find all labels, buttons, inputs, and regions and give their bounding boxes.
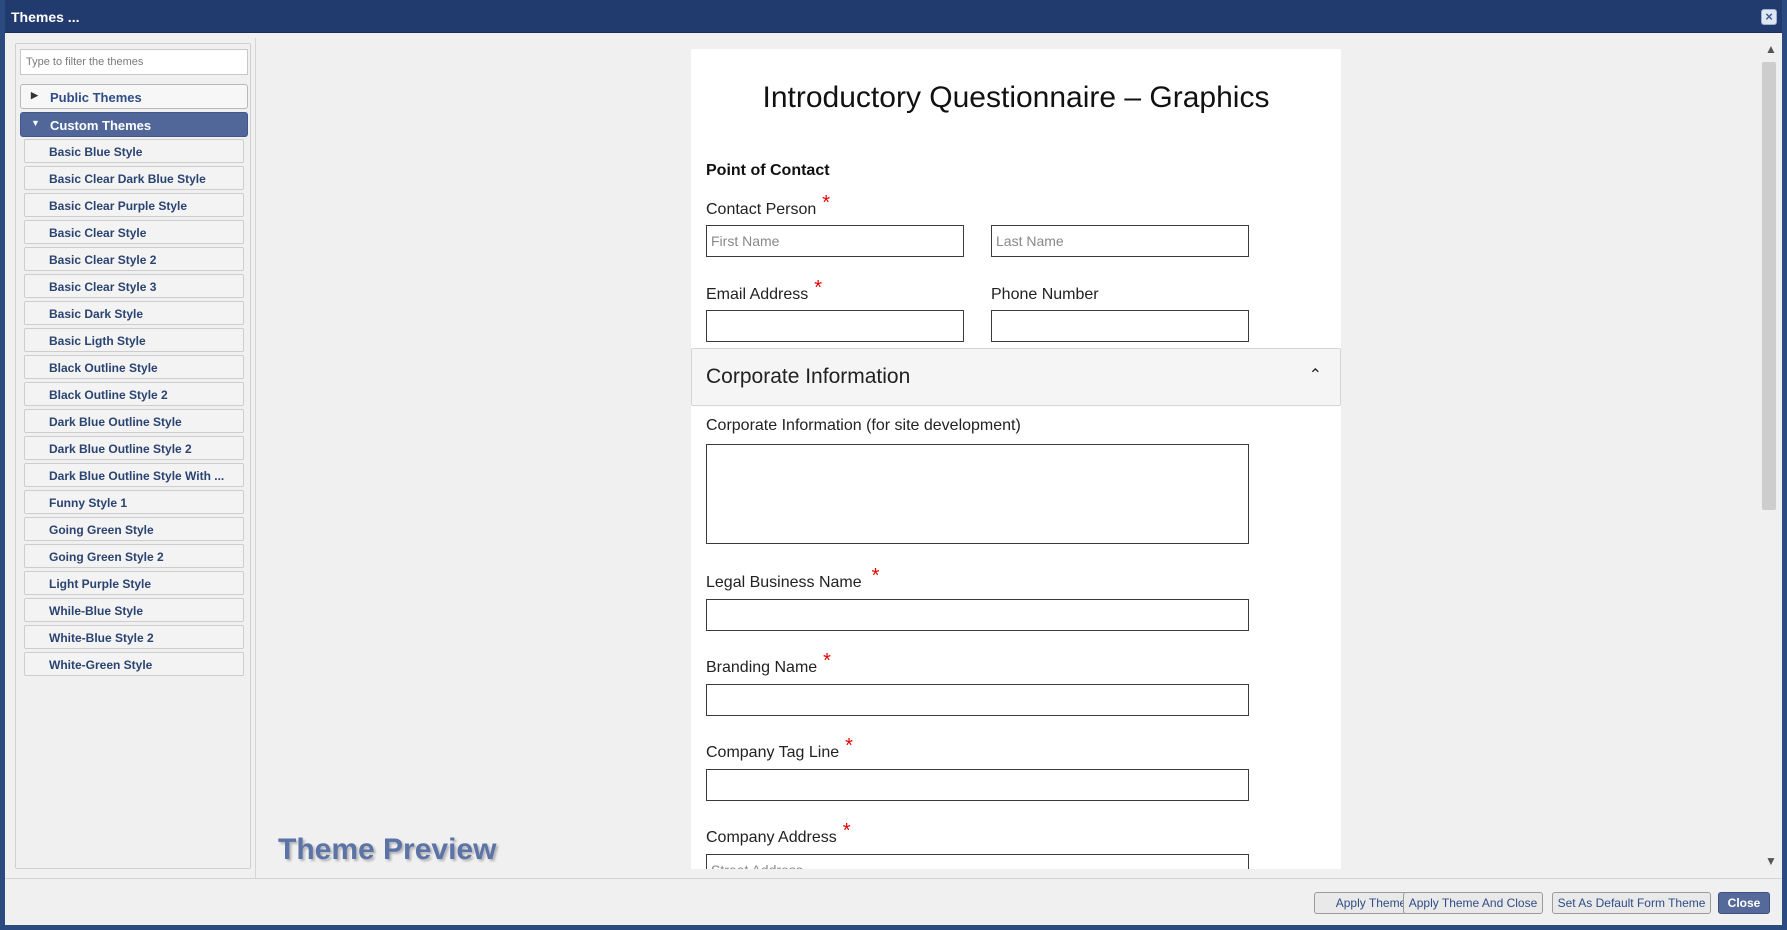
theme-item[interactable]: Funny Style 1 (24, 490, 244, 514)
last-name-field[interactable]: Last Name (991, 225, 1249, 257)
theme-item[interactable]: Light Purple Style (24, 571, 244, 595)
legal-business-name-label: Legal Business Name * (706, 565, 880, 591)
required-asterisk: * (823, 650, 831, 672)
first-name-field[interactable]: First Name (706, 225, 964, 257)
theme-item[interactable]: Basic Clear Style (24, 220, 244, 244)
corporate-info-textarea[interactable] (706, 444, 1249, 544)
branding-name-field[interactable] (706, 684, 1249, 716)
close-button[interactable]: Close (1718, 892, 1770, 914)
group-custom-themes[interactable]: ▼ Custom Themes (20, 112, 248, 137)
theme-item[interactable]: Going Green Style (24, 517, 244, 541)
company-address-label: Company Address * (706, 820, 851, 846)
theme-item[interactable]: White-Green Style (24, 652, 244, 676)
group-public-themes[interactable]: ▶ Public Themes (20, 84, 248, 109)
theme-item[interactable]: Basic Blue Style (24, 139, 244, 163)
theme-filter-input[interactable] (20, 49, 248, 75)
email-field[interactable] (706, 310, 964, 342)
theme-preview-watermark: Theme Preview (278, 833, 497, 866)
apply-theme-and-close-button[interactable]: Apply Theme And Close (1403, 892, 1543, 914)
corporate-info-label: Corporate Information (for site developm… (706, 417, 1021, 434)
theme-item[interactable]: Going Green Style 2 (24, 544, 244, 568)
theme-item[interactable]: While-Blue Style (24, 598, 244, 622)
scroll-up-icon[interactable]: ▲ (1765, 42, 1777, 56)
expand-arrow-icon: ▶ (31, 90, 38, 100)
corporate-section-title: Corporate Information (706, 365, 911, 388)
section-point-of-contact: Point of Contact (706, 162, 830, 179)
theme-preview-area: ▲ ▼ Introductory Questionnaire – Graphic… (255, 38, 1782, 878)
branding-name-label: Branding Name * (706, 650, 831, 676)
theme-sidebar: ▶ Public Themes ▼ Custom Themes Basic Bl… (15, 43, 251, 869)
preview-form: Introductory Questionnaire – Graphics Po… (691, 49, 1341, 869)
group-label: Public Themes (50, 90, 142, 105)
theme-item[interactable]: Dark Blue Outline Style 2 (24, 436, 244, 460)
theme-item[interactable]: Basic Dark Style (24, 301, 244, 325)
required-asterisk: * (842, 820, 851, 842)
phone-label: Phone Number (991, 286, 1099, 303)
theme-item[interactable]: Basic Clear Style 2 (24, 247, 244, 271)
company-tag-line-field[interactable] (706, 769, 1249, 801)
theme-item[interactable]: Basic Clear Purple Style (24, 193, 244, 217)
theme-item[interactable]: Dark Blue Outline Style (24, 409, 244, 433)
street-address-field[interactable]: Street Address (706, 854, 1249, 869)
legal-business-name-field[interactable] (706, 599, 1249, 631)
chevron-up-icon[interactable]: ⌃ (1309, 365, 1322, 385)
theme-item[interactable]: Basic Clear Dark Blue Style (24, 166, 244, 190)
scroll-down-icon[interactable]: ▼ (1765, 854, 1777, 868)
phone-field[interactable] (991, 310, 1249, 342)
contact-person-label: Contact Person * (706, 192, 831, 218)
required-asterisk: * (814, 277, 823, 299)
theme-item[interactable]: Basic Clear Style 3 (24, 274, 244, 298)
required-asterisk: * (871, 565, 880, 587)
dialog-button-bar: Apply Theme Apply Theme And Close Set As… (5, 878, 1782, 925)
company-tag-line-label: Company Tag Line * (706, 735, 853, 761)
set-default-form-theme-button[interactable]: Set As Default Form Theme (1552, 892, 1711, 914)
required-asterisk: * (845, 735, 853, 757)
form-title: Introductory Questionnaire – Graphics (762, 81, 1270, 114)
themes-dialog: Themes ... × ▶ Public Themes ▼ Custom Th… (0, 0, 1787, 930)
required-asterisk: * (822, 192, 831, 214)
theme-item[interactable]: Dark Blue Outline Style With ... (24, 463, 244, 487)
email-label: Email Address * (706, 277, 823, 303)
theme-item[interactable]: White-Blue Style 2 (24, 625, 244, 649)
scrollbar-thumb[interactable] (1762, 62, 1776, 510)
theme-item[interactable]: Black Outline Style 2 (24, 382, 244, 406)
close-icon[interactable]: × (1761, 9, 1777, 25)
dialog-title: Themes ... (11, 9, 80, 25)
theme-item[interactable]: Black Outline Style (24, 355, 244, 379)
theme-item[interactable]: Basic Ligth Style (24, 328, 244, 352)
collapse-arrow-icon: ▼ (31, 118, 40, 128)
corporate-section-header[interactable]: Corporate Information ⌃ (691, 348, 1341, 406)
group-label: Custom Themes (50, 118, 152, 133)
dialog-titlebar[interactable]: Themes ... × (5, 0, 1782, 33)
